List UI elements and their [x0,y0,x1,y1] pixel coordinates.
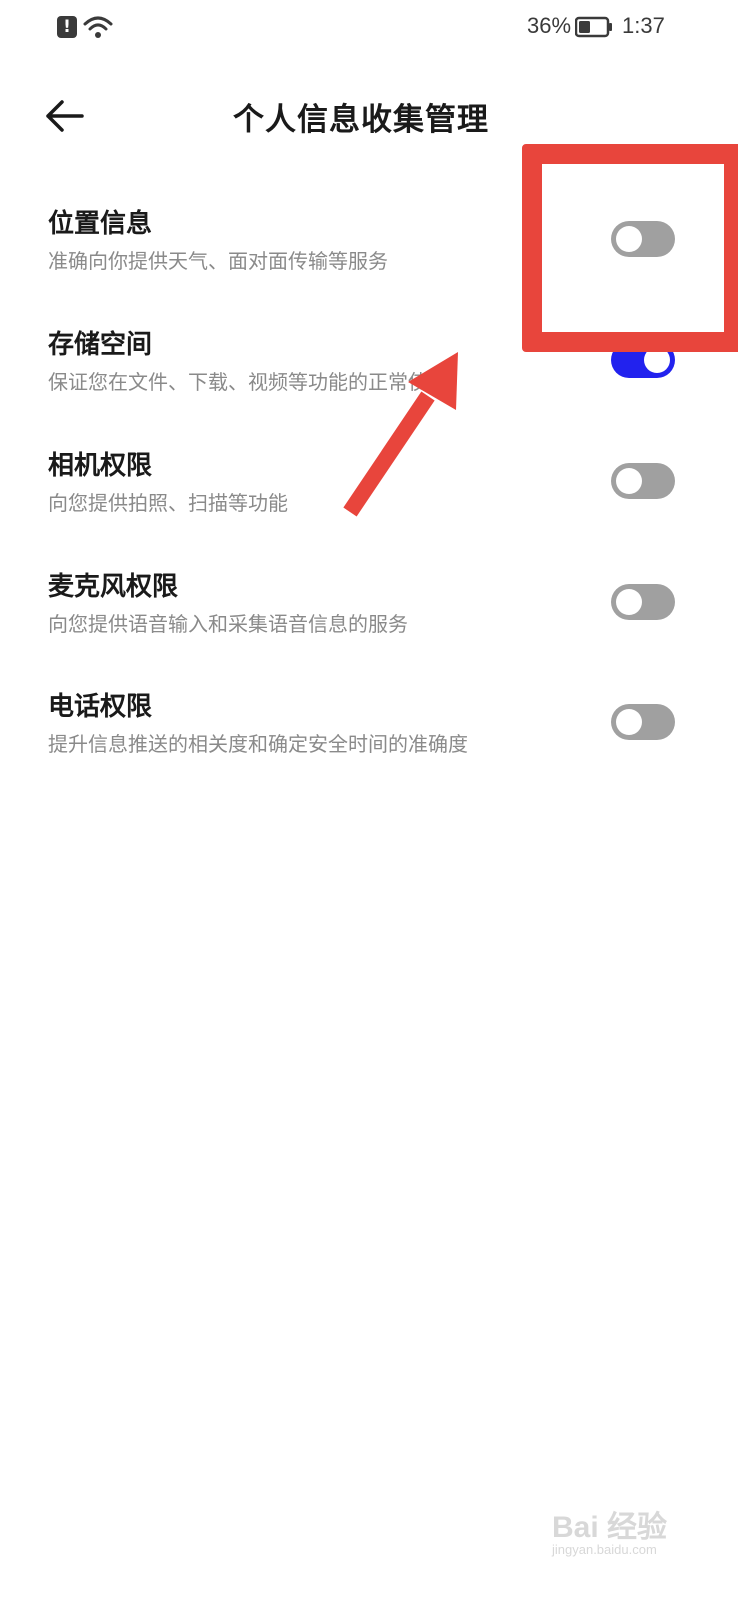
setting-description: 向您提供拍照、扫描等功能 [48,491,288,515]
toggle-knob [616,468,642,494]
setting-title: 位置信息 [48,209,153,239]
battery-percent: 36% [527,13,572,38]
annotation-arrow-icon [343,352,458,517]
setting-row-microphone: 麦克风权限 向您提供语音输入和采集语音信息的服务 [0,566,738,666]
toggle-knob [616,589,642,615]
wifi-icon [83,16,113,38]
setting-description: 准确向你提供天气、面对面传输等服务 [48,249,388,273]
setting-row-phone: 电话权限 提升信息推送的相关度和确定安全时间的准确度 [0,686,738,786]
setting-description: 向您提供语音输入和采集语音信息的服务 [48,612,408,636]
setting-title: 存储空间 [48,330,153,360]
page-title: 个人信息收集管理 [233,102,489,138]
setting-title: 相机权限 [48,451,153,481]
annotation-highlight-box [522,144,738,352]
setting-title: 电话权限 [48,692,153,722]
setting-description: 提升信息推送的相关度和确定安全时间的准确度 [48,732,468,756]
camera-toggle[interactable] [611,463,675,499]
battery-icon [575,16,612,38]
baidu-watermark: Bai 经验 jingyan.baidu.com [552,1494,702,1564]
microphone-toggle[interactable] [611,584,675,620]
toggle-knob [616,709,642,735]
status-bar: ! 36% 1:37 [0,0,738,58]
phone-toggle[interactable] [611,704,675,740]
clock: 1:37 [622,13,665,38]
watermark-logo-text: Bai 经验 [552,1511,668,1544]
watermark-url: jingyan.baidu.com [552,1542,657,1557]
alert-icon: ! [57,16,77,38]
setting-title: 麦克风权限 [48,572,179,602]
